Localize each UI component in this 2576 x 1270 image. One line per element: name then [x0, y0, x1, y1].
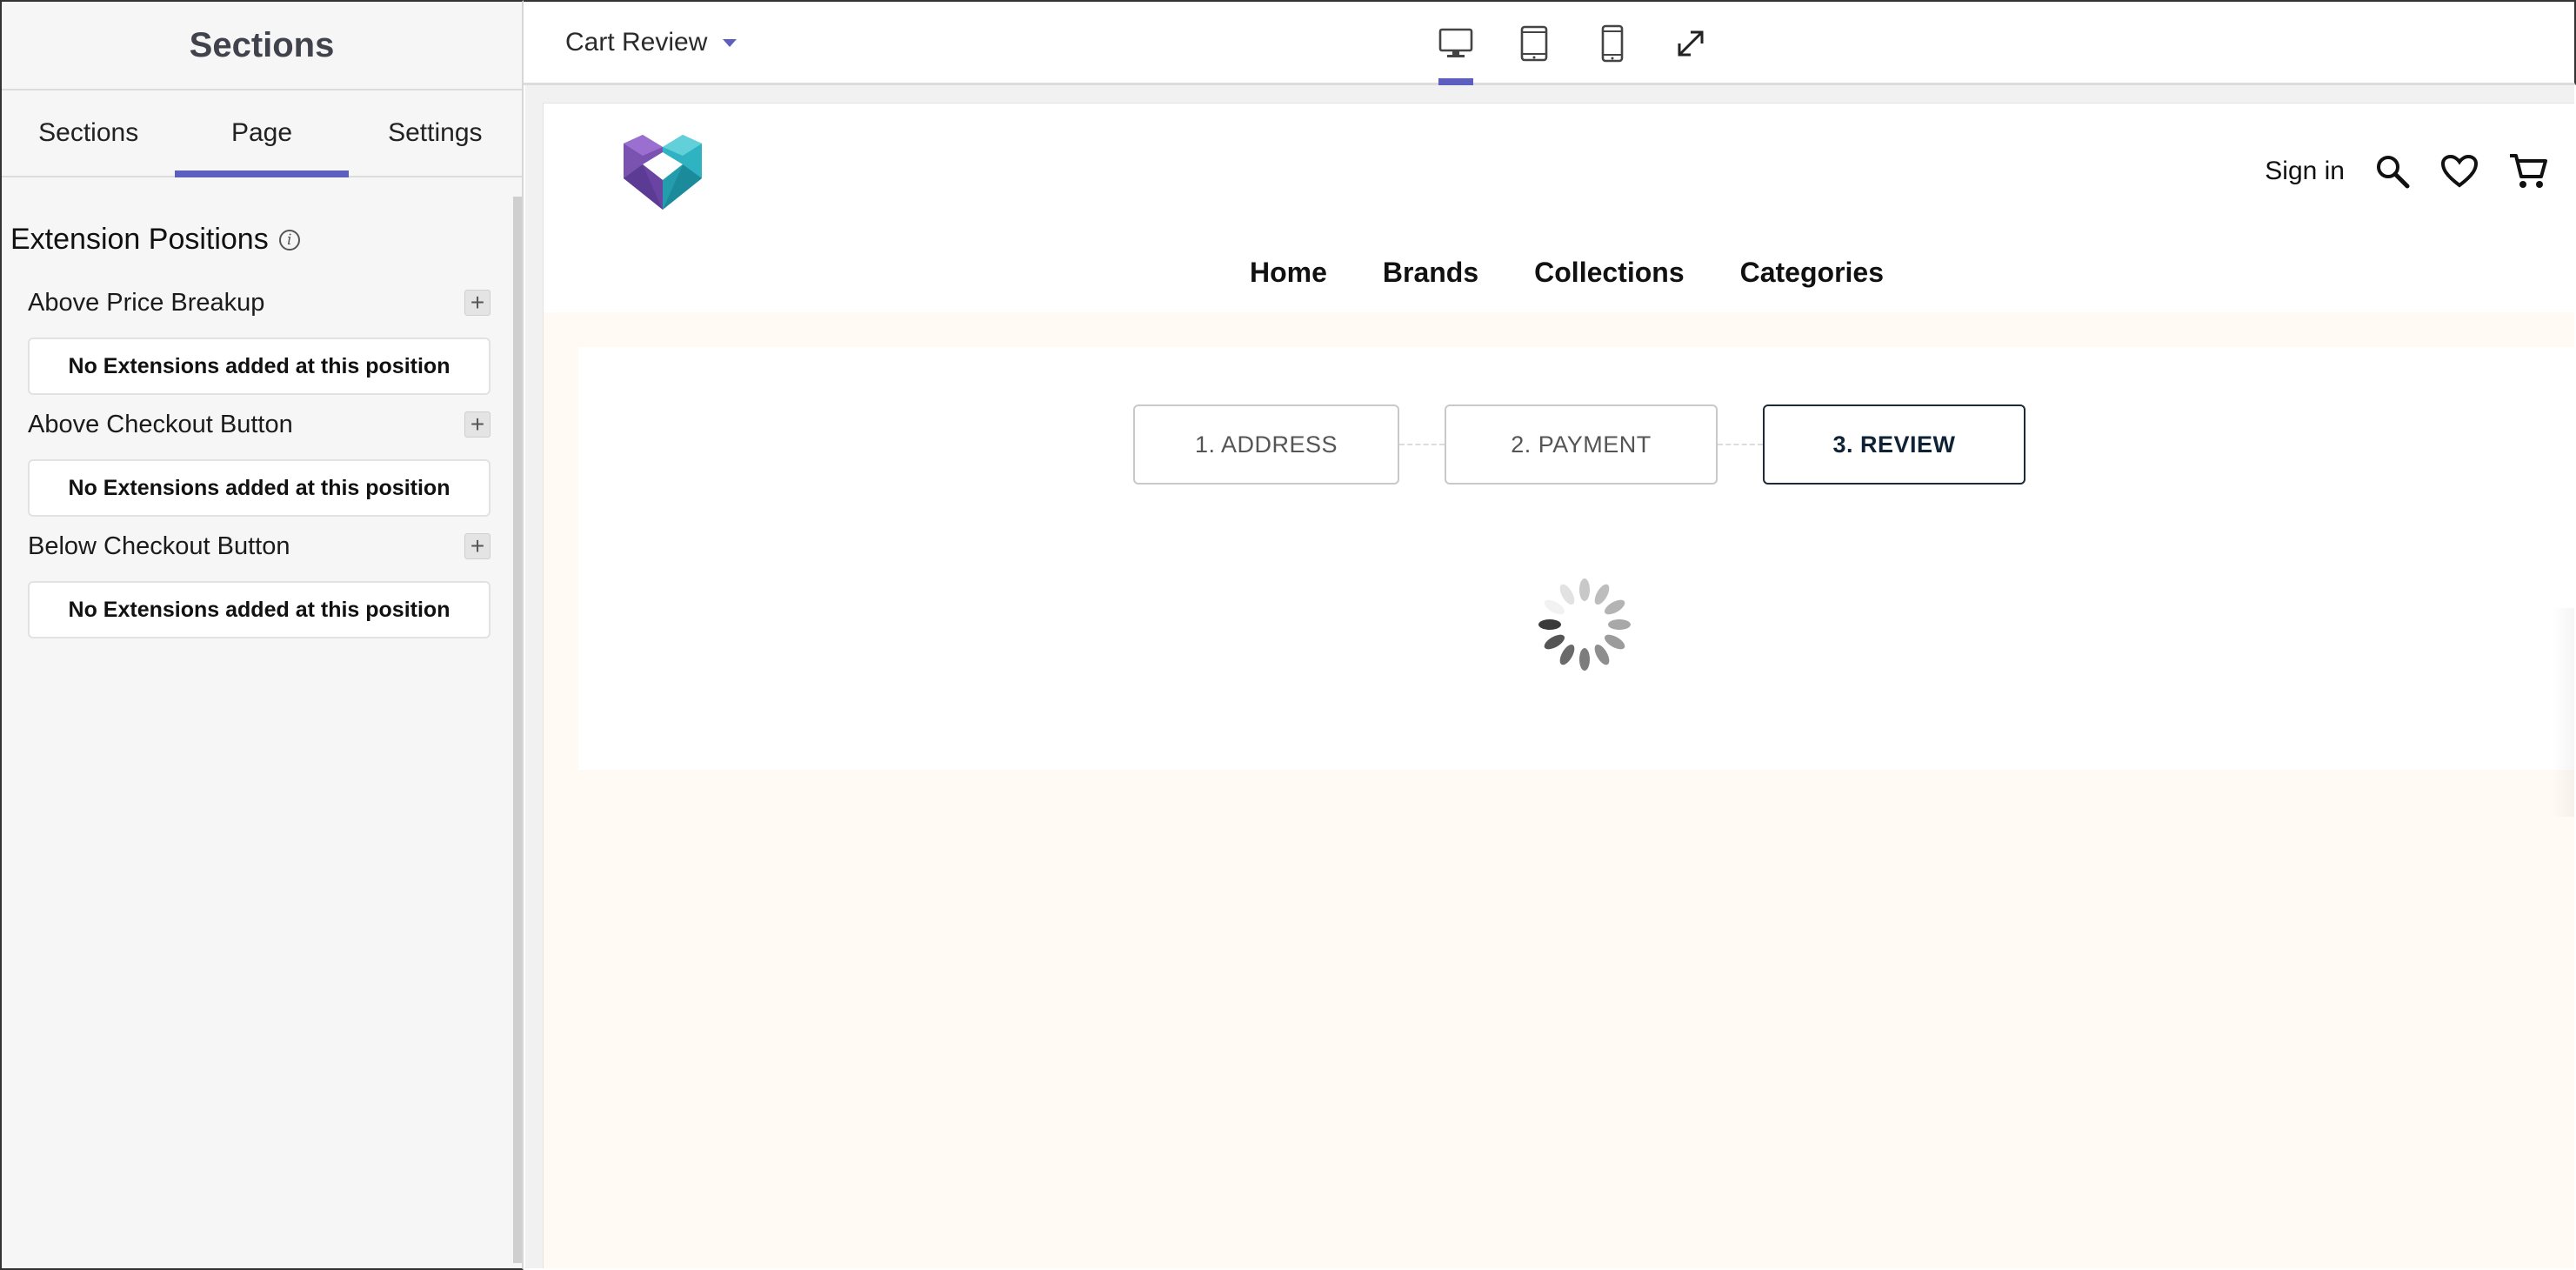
empty-extensions-box: No Extensions added at this position: [28, 581, 491, 638]
nav-item-brands[interactable]: Brands: [1383, 257, 1478, 289]
preview-edge-shadow: [2552, 608, 2574, 817]
loading-spinner-icon: [1538, 578, 1631, 671]
fullscreen-icon: [1678, 30, 1704, 57]
desktop-view-button[interactable]: [1438, 2, 1473, 85]
checkout-steps: 1. ADDRESS 2. PAYMENT 3. REVIEW: [1133, 404, 2025, 485]
tab-page-label: Page: [230, 118, 293, 147]
mobile-icon: [1601, 24, 1624, 63]
position-label: Above Price Breakup: [28, 288, 265, 317]
add-extension-button[interactable]: +: [464, 290, 491, 316]
page-selector-label: Cart Review: [565, 28, 708, 57]
tab-sections-label: Sections: [38, 118, 139, 147]
cart-icon[interactable]: [2508, 152, 2548, 190]
device-switcher: [1438, 2, 1708, 85]
tab-sections[interactable]: Sections: [2, 90, 175, 176]
empty-extensions-box: No Extensions added at this position: [28, 459, 491, 517]
step-payment[interactable]: 2. PAYMENT: [1445, 404, 1718, 485]
search-icon[interactable]: [2374, 153, 2411, 190]
extension-positions-heading: Extension Positions i: [10, 223, 300, 257]
desktop-icon: [1438, 28, 1473, 57]
top-bar: Cart Review: [524, 0, 2576, 85]
nav-item-home[interactable]: Home: [1250, 257, 1327, 289]
extension-positions-title: Extension Positions: [10, 223, 269, 256]
position-above-price-breakup: Above Price Breakup + No Extensions adde…: [28, 285, 491, 395]
brand-logo[interactable]: [624, 135, 702, 210]
mobile-view-button[interactable]: [1595, 2, 1630, 85]
add-extension-button[interactable]: +: [464, 411, 491, 438]
step-connector: [1399, 444, 1445, 445]
header-actions: Sign in: [2265, 152, 2548, 190]
nav-item-collections[interactable]: Collections: [1534, 257, 1684, 289]
main-nav: Home Brands Collections Categories: [544, 257, 2574, 289]
step-review[interactable]: 3. REVIEW: [1763, 404, 2025, 485]
tablet-icon: [1520, 25, 1548, 62]
info-icon[interactable]: i: [278, 229, 300, 251]
site-header: Sign in Home Brands Collections Categori…: [544, 104, 2574, 312]
empty-extensions-box: No Extensions added at this position: [28, 338, 491, 395]
tab-page[interactable]: Page: [175, 90, 349, 177]
panel-body: Extension Positions i Above Price Breaku…: [2, 179, 510, 1268]
sign-in-link[interactable]: Sign in: [2265, 157, 2345, 186]
tab-settings-label: Settings: [388, 118, 483, 147]
position-below-checkout-button: Below Checkout Button + No Extensions ad…: [28, 529, 491, 638]
left-panel: Sections Sections Page Settings Extensio…: [0, 0, 524, 1270]
panel-scrollbar[interactable]: [513, 197, 522, 1263]
position-label: Below Checkout Button: [28, 531, 290, 560]
nav-item-categories[interactable]: Categories: [1740, 257, 1884, 289]
add-extension-button[interactable]: +: [464, 533, 491, 559]
tab-settings[interactable]: Settings: [349, 90, 522, 176]
tablet-view-button[interactable]: [1517, 2, 1552, 85]
position-above-checkout-button: Above Checkout Button + No Extensions ad…: [28, 407, 491, 517]
panel-title: Sections: [189, 25, 335, 64]
step-connector: [1718, 444, 1763, 445]
heart-icon[interactable]: [2440, 154, 2479, 189]
checkout-card: 1. ADDRESS 2. PAYMENT 3. REVIEW: [578, 347, 2574, 770]
fullscreen-button[interactable]: [1673, 2, 1708, 85]
preview-frame: Sign in Home Brands Collections Categori…: [525, 85, 2574, 1268]
position-label: Above Checkout Button: [28, 410, 293, 438]
storefront-preview: Sign in Home Brands Collections Categori…: [543, 103, 2574, 1268]
page-selector[interactable]: Cart Review: [565, 28, 737, 57]
panel-tabs: Sections Page Settings: [2, 90, 522, 177]
panel-header: Sections: [2, 2, 522, 90]
step-address[interactable]: 1. ADDRESS: [1133, 404, 1399, 485]
caret-down-icon: [723, 38, 737, 47]
